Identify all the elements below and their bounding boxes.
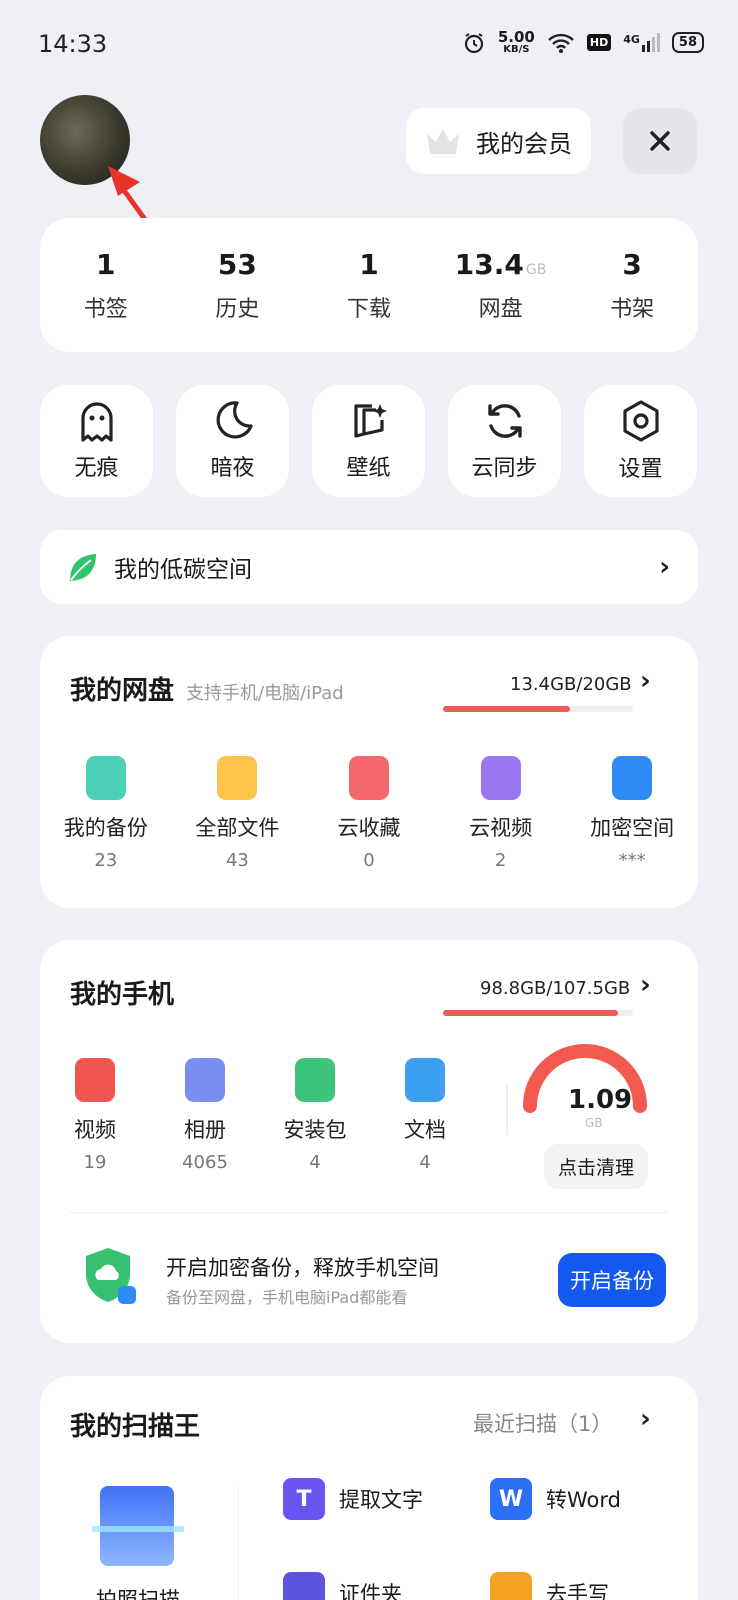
net-speed: 5.00 KB/S: [497, 28, 535, 55]
clean-button[interactable]: 点击清理: [544, 1144, 649, 1189]
lock-icon: [612, 756, 653, 800]
scan-extract-text[interactable]: T 提取文字: [283, 1478, 423, 1520]
wifi-icon: [548, 33, 574, 53]
close-button[interactable]: [623, 108, 697, 174]
scan-remove-handwriting[interactable]: 去手写: [490, 1572, 609, 1600]
stat-history[interactable]: 53 历史: [172, 218, 304, 352]
phone-item-video[interactable]: 视频 19: [40, 1058, 150, 1173]
status-time: 14:33: [38, 30, 108, 58]
leaf-icon: [70, 554, 96, 581]
gauge-value: 1.09: [568, 1085, 633, 1115]
folder-icon: [217, 756, 258, 800]
battery-icon: 58: [671, 32, 704, 53]
phone-item-apk[interactable]: 安装包 4: [260, 1058, 370, 1173]
netdisk-usage: 13.4GB/20GB: [510, 674, 632, 695]
video-icon: [75, 1058, 115, 1102]
netdisk-card: 我的网盘 支持手机/电脑/iPad 13.4GB/20GB › 我的备份 23 …: [40, 636, 698, 908]
phone-card: 我的手机 98.8GB/107.5GB › 视频 19 相册 4065 安装包 …: [40, 940, 698, 1343]
phone-title[interactable]: 我的手机: [70, 974, 174, 1011]
phone-item-album[interactable]: 相册 4065: [150, 1058, 260, 1173]
phone-backup-icon: [85, 756, 126, 800]
tool-settings[interactable]: 设置: [584, 385, 697, 497]
shield-cloud-icon: [86, 1248, 136, 1304]
handwriting-icon: [490, 1572, 532, 1600]
netdisk-item-all-files[interactable]: 全部文件 43: [172, 756, 304, 871]
phone-grid: 视频 19 相册 4065 安装包 4 文档 4: [40, 1058, 480, 1173]
cell-signal-icon: 4G: [623, 33, 660, 52]
divider: [70, 1212, 668, 1213]
photo-icon: [185, 1058, 225, 1102]
tool-incognito[interactable]: 无痕: [40, 385, 153, 497]
stat-bookshelf[interactable]: 3 书架: [566, 218, 698, 352]
cloud-folder-icon: [348, 756, 389, 800]
divider: [238, 1486, 239, 1600]
netdisk-usage-bar: [443, 706, 633, 712]
stat-netdisk[interactable]: 13.4 GB 网盘: [435, 218, 567, 352]
chevron-right-icon[interactable]: ›: [640, 970, 651, 1000]
android-icon: [295, 1058, 335, 1102]
scanner-card: 我的扫描王 最近扫描（1） › 拍照扫描 T 提取文字 W 转Word 证件夹 …: [40, 1376, 698, 1600]
video-play-icon: [480, 756, 521, 800]
scan-id-folder[interactable]: 证件夹: [283, 1572, 402, 1600]
text-t-icon: T: [283, 1478, 325, 1520]
backup-title: 开启加密备份，释放手机空间: [166, 1256, 439, 1280]
wallpaper-icon: [353, 404, 387, 438]
stat-bookmarks[interactable]: 1 书签: [40, 218, 172, 352]
divider: [506, 1085, 508, 1135]
photo-scan-label[interactable]: 拍照扫描: [96, 1584, 180, 1600]
close-icon: [650, 131, 670, 151]
alarm-icon: [464, 32, 483, 53]
vip-label: 我的会员: [476, 129, 572, 158]
phone-usage: 98.8GB/107.5GB: [480, 978, 631, 999]
chevron-right-icon: ›: [659, 552, 670, 582]
scan-line: [92, 1526, 184, 1532]
chevron-right-icon[interactable]: ›: [640, 1404, 651, 1434]
backup-subtitle: 备份至网盘，手机电脑iPad都能看: [166, 1288, 408, 1307]
stats-card: 1 书签 53 历史 1 下载 13.4 GB 网盘 3 书架: [40, 218, 698, 352]
netdisk-grid: 我的备份 23 全部文件 43 云收藏 0 云视频 2 加密空间 ***: [40, 756, 698, 871]
low-carbon-row[interactable]: 我的低碳空间 ›: [40, 530, 698, 604]
chevron-right-icon[interactable]: ›: [640, 666, 651, 696]
gauge-unit: GB: [585, 1116, 603, 1130]
tool-cloud-sync[interactable]: 云同步: [448, 385, 561, 497]
scanner-title[interactable]: 我的扫描王: [70, 1406, 200, 1443]
netdisk-item-backup[interactable]: 我的备份 23: [40, 756, 172, 871]
settings-icon: [622, 400, 659, 442]
netdisk-item-encrypted[interactable]: 加密空间 ***: [566, 756, 698, 871]
crown-icon: [427, 129, 459, 154]
netdisk-item-favorites[interactable]: 云收藏 0: [303, 756, 435, 871]
document-icon: [405, 1058, 445, 1102]
id-card-icon: [283, 1572, 325, 1600]
ghost-icon: [80, 402, 113, 442]
netdisk-header[interactable]: 我的网盘 支持手机/电脑/iPad: [70, 670, 344, 707]
moon-icon: [216, 401, 253, 439]
status-icons: 5.00 KB/S HD 4G 58: [462, 30, 704, 55]
vip-button[interactable]: 我的会员: [406, 108, 591, 174]
tool-night-mode[interactable]: 暗夜: [176, 385, 289, 497]
recent-scans[interactable]: 最近扫描（1）: [473, 1408, 612, 1438]
start-backup-button[interactable]: 开启备份: [558, 1253, 666, 1307]
hd-badge: HD: [586, 34, 612, 51]
stat-downloads[interactable]: 1 下载: [303, 218, 435, 352]
netdisk-item-video[interactable]: 云视频 2: [435, 756, 567, 871]
phone-item-docs[interactable]: 文档 4: [370, 1058, 480, 1173]
tool-wallpaper[interactable]: 壁纸: [312, 385, 425, 497]
word-icon: W: [490, 1478, 532, 1520]
phone-usage-bar: [443, 1010, 633, 1016]
scan-to-word[interactable]: W 转Word: [490, 1478, 621, 1520]
sync-icon: [487, 404, 522, 438]
status-bar: 14:33 5.00 KB/S HD 4G 58: [0, 0, 738, 90]
